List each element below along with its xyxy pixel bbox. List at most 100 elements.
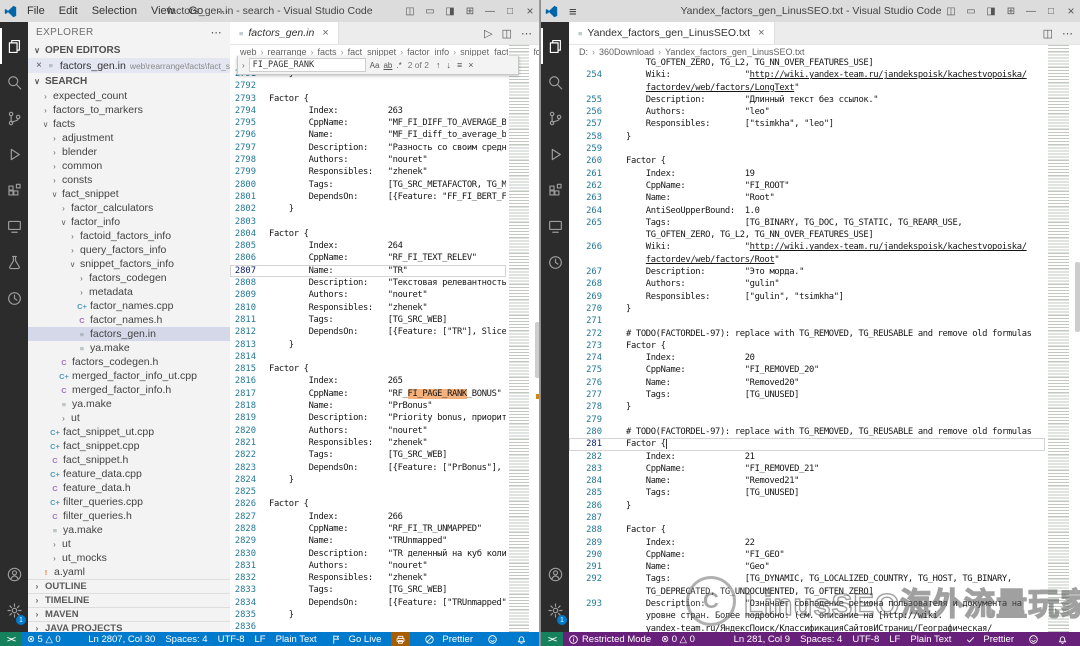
- code-line[interactable]: 274 Index: 20: [569, 352, 1045, 364]
- code-line[interactable]: 2806 CppName: "RF_FI_TEXT_RELEV": [230, 252, 506, 264]
- code-line[interactable]: 2821 Responsibles: "zhenek": [230, 437, 506, 449]
- code-line[interactable]: TG_OFTEN_ZERO, TG_L2, TG_NN_OVER_FEATURE…: [569, 57, 1045, 69]
- toggle-secondary-sidebar-icon[interactable]: ◨: [440, 6, 460, 17]
- code-line[interactable]: 2828 CppName: "RF_FI_TR_UNMAPPED": [230, 523, 506, 535]
- minimize-button[interactable]: —: [480, 6, 500, 17]
- code-line[interactable]: 277 Tags: [TG_UNUSED]: [569, 389, 1045, 401]
- menu-file[interactable]: File: [20, 5, 52, 18]
- code-line[interactable]: 292 Tags: [TG_DYNAMIC, TG_LOCALIZED_COUN…: [569, 573, 1045, 585]
- activity-scm-icon[interactable]: [541, 100, 569, 136]
- section-maven[interactable]: ›MAVEN: [28, 607, 230, 621]
- match-case-toggle[interactable]: Aa: [370, 61, 380, 70]
- code-line[interactable]: 266 Wiki: "http://wiki.yandex-team.ru/ja…: [569, 241, 1045, 253]
- tree-item-factors-gen-in[interactable]: ≡factors_gen.in: [28, 327, 230, 341]
- code-line[interactable]: 282 Index: 21: [569, 451, 1045, 463]
- tree-item-ya-make[interactable]: ≡ya.make: [28, 523, 230, 537]
- close-button[interactable]: ×: [1061, 4, 1080, 18]
- tree-item-consts[interactable]: ›consts: [28, 173, 230, 187]
- breadcrumb-item[interactable]: factor_info: [407, 47, 449, 57]
- tree-item-factor-names-cpp[interactable]: C+factor_names.cpp: [28, 299, 230, 313]
- code-line[interactable]: 2799 Responsibles: "zhenek": [230, 166, 506, 178]
- menu-selection[interactable]: Selection: [85, 5, 144, 18]
- code-line[interactable]: 284 Name: "Removed21": [569, 475, 1045, 487]
- close-find-button[interactable]: ×: [467, 60, 474, 70]
- code-line[interactable]: 2813 }: [230, 339, 506, 351]
- remote-indicator[interactable]: ><: [541, 632, 563, 646]
- tree-item-fact-snippet-cpp[interactable]: C+fact_snippet.cpp: [28, 439, 230, 453]
- code-line[interactable]: factordev/web/factors/Root": [569, 254, 1045, 266]
- tree-item-snippet-factors-info[interactable]: ∨snippet_factors_info: [28, 257, 230, 271]
- breadcrumb-item[interactable]: Yandex_factors_gen_LinusSEO.txt: [665, 47, 804, 57]
- code-line[interactable]: уровне стран. Более подробно: (см. описа…: [569, 610, 1045, 622]
- status-lf[interactable]: LF: [250, 634, 271, 645]
- code-line[interactable]: 272# TODO(FACTORDEL-97): replace with TG…: [569, 328, 1045, 340]
- tab-yandex-factors[interactable]: ≡ Yandex_factors_gen_LinusSEO.txt ×: [569, 22, 775, 44]
- remote-indicator[interactable]: ><: [0, 632, 22, 646]
- code-line[interactable]: 2798 Authors: "nouret": [230, 154, 506, 166]
- tree-item-ut[interactable]: ›ut: [28, 411, 230, 425]
- status-plain-text[interactable]: Plain Text: [905, 634, 956, 645]
- code-line[interactable]: 276 Name: "Removed20": [569, 377, 1045, 389]
- code-line[interactable]: 2794 Index: 263: [230, 105, 506, 117]
- find-input[interactable]: [249, 58, 366, 72]
- more-actions-icon[interactable]: ⋯: [521, 27, 532, 40]
- code-line[interactable]: 283 CppName: "FI_REMOVED_21": [569, 463, 1045, 475]
- code-line[interactable]: 2827 Index: 266: [230, 511, 506, 523]
- maximize-button[interactable]: □: [1041, 6, 1061, 17]
- code-line[interactable]: 2805 Index: 264: [230, 240, 506, 252]
- code-line[interactable]: 286}: [569, 500, 1045, 512]
- activity-scm-icon[interactable]: [0, 100, 28, 136]
- tree-item-ut-mocks[interactable]: ›ut_mocks: [28, 551, 230, 565]
- tree-item-common[interactable]: ›common: [28, 159, 230, 173]
- tree-item-query-factors-info[interactable]: ›query_factors_info: [28, 243, 230, 257]
- activity-gear-icon[interactable]: 1: [0, 592, 28, 628]
- tree-item-factor-calculators[interactable]: ›factor_calculators: [28, 201, 230, 215]
- toggle-panel-icon[interactable]: ▭: [961, 6, 981, 17]
- code-line[interactable]: 265 Tags: [TG_BINARY, TG_DOC, TG_STATIC,…: [569, 217, 1045, 229]
- code-line[interactable]: 2833 Tags: [TG_SRC_WEB]: [230, 584, 506, 596]
- close-icon[interactable]: ×: [36, 60, 42, 71]
- activity-files-icon[interactable]: [541, 28, 569, 64]
- code-line[interactable]: 2831 Authors: "nouret": [230, 560, 506, 572]
- code-line[interactable]: 2820 Authors: "nouret": [230, 425, 506, 437]
- code-line[interactable]: 256 Authors: "leo": [569, 106, 1045, 118]
- code-line[interactable]: 2808 Description: "Текстовая релевантнос…: [230, 277, 506, 289]
- tree-item-feature-data-cpp[interactable]: C+feature_data.cpp: [28, 467, 230, 481]
- customize-layout-icon[interactable]: ⊞: [1001, 6, 1021, 17]
- close-button[interactable]: ×: [520, 4, 540, 18]
- tree-item-ya-make[interactable]: ≡ya.make: [28, 397, 230, 411]
- code-line[interactable]: 2801 DependsOn: [{Feature: "FF_FI_BERT_F: [230, 191, 506, 203]
- folder-section-search[interactable]: ∨ SEARCH: [28, 73, 230, 89]
- code-line[interactable]: 254 Wiki: "http://wiki.yandex-team.ru/ja…: [569, 69, 1045, 81]
- minimap[interactable]: [508, 45, 534, 632]
- toggle-replace-icon[interactable]: ›: [242, 61, 245, 70]
- toggle-secondary-sidebar-icon[interactable]: ◨: [981, 6, 1001, 17]
- code-line[interactable]: 2812 DependsOn: [{Feature: ["TR"], Slice: [230, 326, 506, 338]
- code-line[interactable]: 2804Factor {: [230, 228, 506, 240]
- maximize-button[interactable]: □: [500, 6, 520, 17]
- tab-close-icon[interactable]: ×: [758, 27, 764, 39]
- code-line[interactable]: 2816 Index: 265: [230, 375, 506, 387]
- code-line[interactable]: TG_OFTEN_ZERO, TG_L2, TG_NN_OVER_FEATURE…: [569, 229, 1045, 241]
- tree-item-filter-queries-h[interactable]: Cfilter_queries.h: [28, 509, 230, 523]
- code-line[interactable]: 271: [569, 315, 1045, 327]
- code-line[interactable]: 2819 Description: "Priority bonus, приор…: [230, 412, 506, 424]
- tree-item-feature-data-h[interactable]: Cfeature_data.h: [28, 481, 230, 495]
- code-line[interactable]: 273Factor {: [569, 340, 1045, 352]
- tree-item-expected-count[interactable]: ›expected_count: [28, 89, 230, 103]
- code-line[interactable]: 2830 Description: "TR деленный на куб ко…: [230, 548, 506, 560]
- tree-item-factor-info[interactable]: ∨factor_info: [28, 215, 230, 229]
- code-line[interactable]: 285 Tags: [TG_UNUSED]: [569, 487, 1045, 499]
- status-bell[interactable]: [1048, 632, 1077, 646]
- code-line[interactable]: 261 Index: 19: [569, 168, 1045, 180]
- code-line[interactable]: TG_DEPRECATED, TG_UNDOCUMENTED, TG_OFTEN…: [569, 586, 1045, 598]
- activity-gear-icon[interactable]: 1: [541, 592, 569, 628]
- next-match-button[interactable]: ↓: [446, 60, 453, 70]
- code-line[interactable]: 290 CppName: "FI_GEO": [569, 549, 1045, 561]
- code-line[interactable]: 2822 Tags: [TG_SRC_WEB]: [230, 449, 506, 461]
- status-spaces-4[interactable]: Spaces: 4: [795, 634, 847, 645]
- activity-account-icon[interactable]: [0, 556, 28, 592]
- minimize-button[interactable]: —: [1021, 6, 1041, 17]
- code-line[interactable]: 289 Index: 22: [569, 537, 1045, 549]
- tree-item-blender[interactable]: ›blender: [28, 145, 230, 159]
